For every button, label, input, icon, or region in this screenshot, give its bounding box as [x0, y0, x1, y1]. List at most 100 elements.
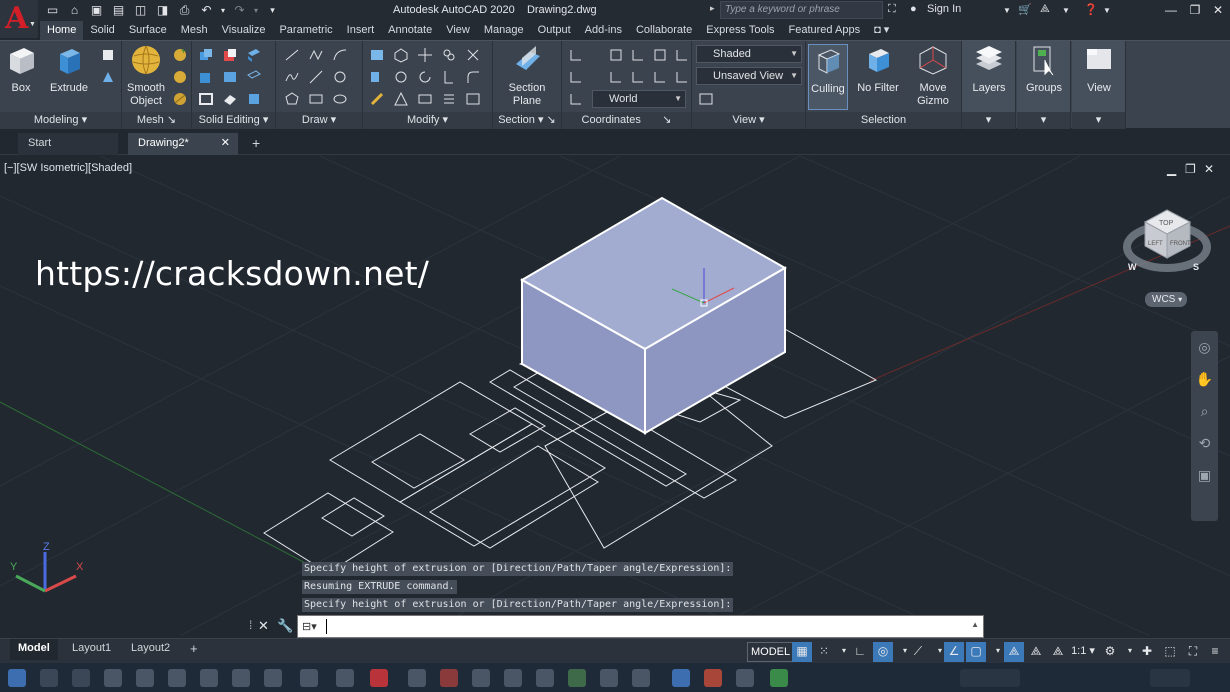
scale-icon[interactable] [393, 91, 409, 107]
viewport-config-icon[interactable] [698, 91, 714, 107]
autodesk-account-icon[interactable]: ⟁ [1040, 3, 1050, 16]
ucs-icon[interactable] [568, 47, 584, 63]
compass-w[interactable]: W [1128, 262, 1137, 272]
box-button[interactable]: Box [4, 44, 38, 95]
named-view-dropdown[interactable]: Unsaved View ▼ [696, 67, 802, 85]
user-icon[interactable]: ● [910, 3, 917, 15]
visual-style-dropdown[interactable]: Shaded ▼ [696, 45, 802, 63]
rectangle-icon[interactable] [308, 91, 324, 107]
taskbar-app-icon[interactable] [472, 669, 490, 687]
tab-annotate[interactable]: Annotate [381, 21, 439, 40]
undo-icon[interactable]: ↶ [196, 2, 217, 19]
gizmo-icon[interactable] [393, 47, 409, 63]
tab-featured-apps[interactable]: Featured Apps [782, 21, 868, 40]
clock-area[interactable] [1150, 669, 1190, 687]
annotation-monitor-icon[interactable]: ✚ [1137, 642, 1157, 662]
panel-view-title[interactable]: View ▾ [692, 112, 805, 129]
application-menu-button[interactable]: A ▼ [0, 0, 38, 38]
pan-icon[interactable]: ✋ [1191, 363, 1218, 395]
customize-wrench-icon[interactable]: 🔧 [277, 618, 293, 634]
save-as-icon[interactable]: ▤ [108, 2, 129, 19]
viewcube-front[interactable]: FRONT [1170, 241, 1191, 247]
taskview-icon[interactable] [72, 669, 90, 687]
add-layout-icon[interactable]: + [182, 639, 206, 660]
panel-selection-title[interactable]: Selection [806, 112, 961, 129]
close-tab-icon[interactable]: ✕ [221, 133, 230, 153]
taskbar-app-icon[interactable] [336, 669, 354, 687]
wcs-menu[interactable]: WCS ▾ [1145, 292, 1187, 307]
rotate-icon[interactable] [417, 69, 433, 85]
sign-in-button[interactable]: Sign In [927, 3, 961, 15]
help-dropdown-icon[interactable]: ▼ [1103, 6, 1111, 15]
arc-icon[interactable] [332, 47, 348, 63]
redo-icon[interactable]: ↷ [229, 2, 250, 19]
annotation-scale-icon[interactable]: ⟁ [1048, 642, 1068, 662]
move-gizmo-button[interactable]: Move Gizmo [908, 44, 958, 108]
section-plane-button[interactable]: Section Plane [501, 44, 553, 108]
viewcube-left[interactable]: LEFT [1148, 241, 1163, 247]
object-snap-icon[interactable]: ▢ [966, 642, 986, 662]
groups-expand-icon[interactable]: ▾ [1017, 112, 1070, 129]
offset-edge-icon[interactable] [246, 91, 262, 107]
ortho-icon[interactable]: ∟ [850, 642, 870, 662]
showmotion-icon[interactable]: ▣ [1191, 459, 1218, 491]
command-line-grip-icon[interactable]: ⁞ [249, 618, 252, 632]
taskbar-app-icon[interactable] [770, 669, 788, 687]
annotation-visibility-icon[interactable]: ⟁ [1004, 642, 1024, 662]
mesh-smooth-more-icon[interactable]: + [172, 47, 188, 63]
taskbar-app-icon[interactable] [736, 669, 754, 687]
taskbar-app-icon[interactable] [632, 669, 650, 687]
view-expand-icon[interactable]: ▾ [1072, 112, 1125, 129]
trim-icon[interactable] [465, 47, 481, 63]
close-icon[interactable]: ✕ [1207, 2, 1229, 18]
viewport-controls-label[interactable]: [−][SW Isometric][Shaded] [4, 162, 132, 174]
copy-icon[interactable] [441, 47, 457, 63]
layout-tab-layout2[interactable]: Layout2 [123, 639, 178, 660]
array-icon[interactable] [393, 69, 409, 85]
tab-start[interactable]: Start [18, 133, 118, 155]
circle-icon[interactable] [332, 69, 348, 85]
no-filter-button[interactable]: No Filter [856, 44, 900, 95]
viewport-minimize-icon[interactable]: ▁ [1167, 162, 1176, 176]
isodraft-icon[interactable]: ⟋ [908, 642, 928, 662]
ucs-3point-icon[interactable] [674, 69, 690, 85]
taskbar-app-icon[interactable] [440, 669, 458, 687]
new-tab-icon[interactable]: + [248, 133, 260, 155]
explode-icon[interactable] [465, 91, 481, 107]
ucs-view-icon[interactable] [608, 47, 624, 63]
fillet-edge-icon[interactable] [369, 47, 385, 63]
mesh-smooth-less-icon[interactable] [172, 69, 188, 85]
fillet-icon[interactable] [465, 69, 481, 85]
extrude-button[interactable]: Extrude [48, 44, 90, 95]
separate-icon[interactable] [222, 91, 238, 107]
view-button[interactable]: View [1076, 44, 1122, 95]
search-expand-icon[interactable]: ▸ [710, 3, 715, 14]
plot-icon[interactable]: ⎙ [174, 2, 195, 19]
snap-icon[interactable]: ⁙ [814, 642, 834, 662]
command-prompt-icon[interactable]: ⊟▾ [302, 620, 317, 633]
panel-section-title[interactable]: Section ▾ ↘ [493, 112, 561, 129]
refine-mesh-icon[interactable] [172, 91, 188, 107]
tab-collaborate[interactable]: Collaborate [629, 21, 699, 40]
ribbon-minimize-icon[interactable]: ◘ ▾ [867, 21, 896, 40]
taskbar-app-icon[interactable] [408, 669, 426, 687]
workspace-gear-icon[interactable]: ⚙ [1100, 642, 1120, 662]
tab-surface[interactable]: Surface [122, 21, 174, 40]
subtract-icon[interactable] [222, 47, 238, 63]
mirror-icon[interactable] [441, 69, 457, 85]
presspull-icon[interactable] [100, 69, 116, 85]
autodesk-app-store-icon[interactable]: 🛒 [1018, 3, 1032, 16]
polygon-icon[interactable] [284, 91, 300, 107]
taskbar-app-icon[interactable] [536, 669, 554, 687]
recent-commands-icon[interactable]: ▲ [971, 620, 979, 629]
tab-drawing2[interactable]: Drawing2* ✕ [128, 133, 238, 155]
search-input[interactable]: Type a keyword or phrase [720, 1, 883, 19]
taskbar-app-icon[interactable] [104, 669, 122, 687]
tab-add-ins[interactable]: Add-ins [578, 21, 629, 40]
ucs-object-icon[interactable] [652, 47, 668, 63]
clean-screen-icon[interactable]: ⛶ [1183, 642, 1203, 662]
polar-tracking-icon[interactable]: ◎ [873, 642, 893, 662]
grid-icon[interactable]: ▦ [792, 642, 812, 662]
zoom-extents-icon[interactable]: ⌕ [1191, 395, 1218, 427]
culling-button[interactable]: Culling [808, 44, 848, 110]
